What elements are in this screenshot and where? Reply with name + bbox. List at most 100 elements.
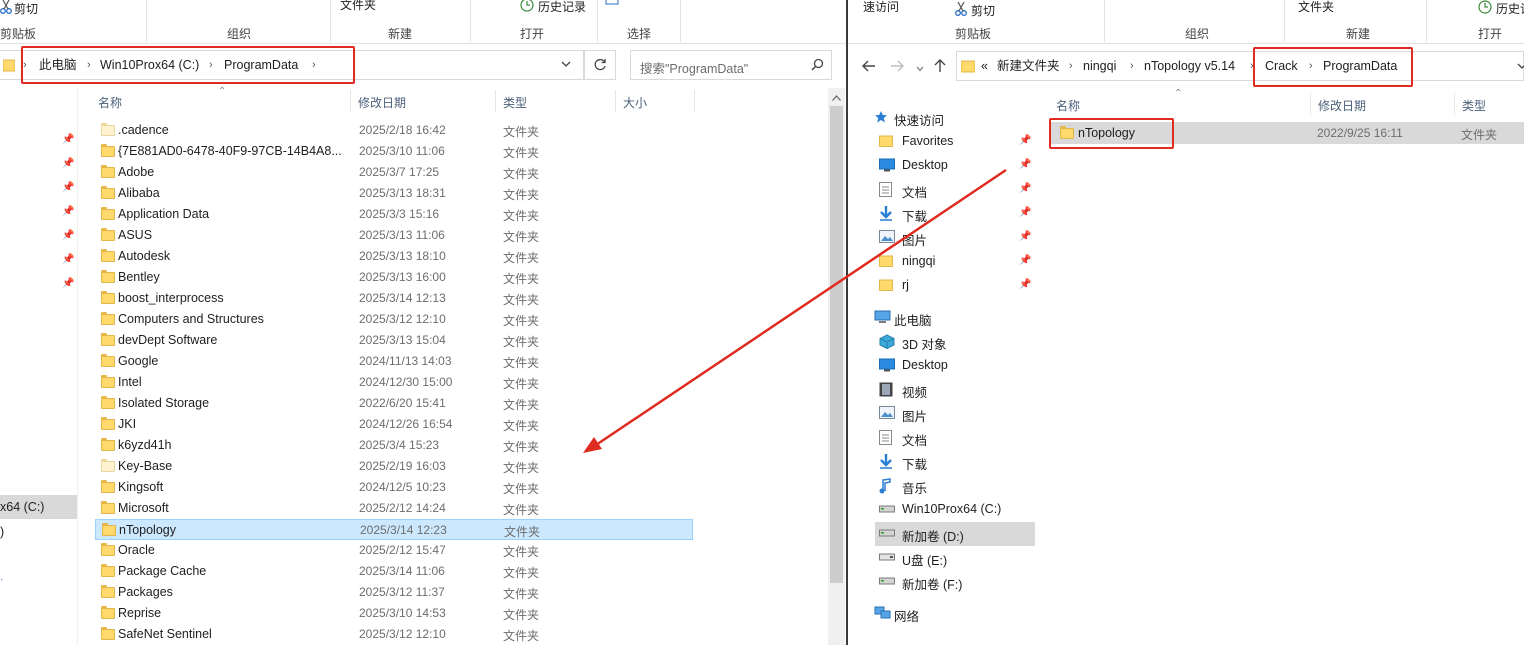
up-arrow-icon[interactable] <box>934 59 946 76</box>
history-icon[interactable] <box>1478 0 1492 17</box>
nav-item[interactable]: rj 📌 <box>875 274 1036 298</box>
history-button[interactable]: 历史记 <box>1496 0 1524 17</box>
file-row[interactable]: {7E881AD0-6478-40F9-97CB-14B4A8... 2025/3… <box>95 141 693 162</box>
file-row[interactable]: Package Cache 2025/3/14 11:06 文件夹 <box>95 561 693 582</box>
pin-icon[interactable]: 📌 <box>1019 183 1031 194</box>
nav-item[interactable]: 图片 📌 <box>875 226 1036 250</box>
address-bar[interactable]: « 新建文件夹 › ningqi › nTopology v5.14 › Cra… <box>956 51 1524 81</box>
search-input[interactable]: 搜索"ProgramData" <box>640 58 748 77</box>
pin-icon[interactable]: 📌 <box>1019 255 1031 266</box>
nav-item[interactable]: 下载 📌 <box>875 202 1036 226</box>
pin-icon[interactable]: 📌 <box>1019 231 1031 242</box>
column-divider[interactable] <box>615 90 616 112</box>
pin-icon[interactable]: 📌 <box>1019 279 1031 290</box>
file-row[interactable]: Adobe 2025/3/7 17:25 文件夹 <box>95 162 693 183</box>
vertical-scrollbar[interactable] <box>828 88 845 645</box>
nav-item-label: 快速访问 <box>894 114 945 128</box>
nav-item[interactable]: Favorites 📌 <box>875 130 1036 154</box>
file-row[interactable]: Application Data 2025/3/3 15:16 文件夹 <box>95 204 693 225</box>
scroll-up-icon[interactable] <box>832 90 841 104</box>
column-divider[interactable] <box>694 90 695 112</box>
nav-item[interactable]: 3D 对象 <box>875 330 1036 354</box>
nav-item[interactable]: Desktop 📌 <box>875 154 1036 178</box>
nav-item[interactable]: ningqi 📌 <box>875 250 1036 274</box>
file-row[interactable]: Google 2024/11/13 14:03 文件夹 <box>95 351 693 372</box>
pin-icon[interactable]: 📌 <box>1019 207 1031 218</box>
file-row[interactable]: boost_interprocess 2025/3/14 12:13 文件夹 <box>95 288 693 309</box>
select-all-icon[interactable] <box>605 0 619 8</box>
column-header-type[interactable]: 类型 <box>503 94 527 111</box>
nav-item[interactable]: Win10Prox64 (C:) <box>875 498 1036 522</box>
back-arrow-icon[interactable] <box>862 60 876 75</box>
scrollbar-thumb[interactable] <box>830 106 843 583</box>
breadcrumb-item[interactable]: ningqi <box>1083 52 1116 80</box>
nav-item[interactable]: 网络 <box>870 602 1036 626</box>
new-folder-button[interactable]: 文件夹 <box>1298 0 1334 15</box>
nav-item[interactable]: Desktop <box>875 354 1036 378</box>
file-row[interactable]: Packages 2025/3/12 11:37 文件夹 <box>95 582 693 603</box>
pin-icon[interactable]: 📌 <box>1019 159 1031 170</box>
search-box[interactable]: 搜索"ProgramData" <box>630 50 832 80</box>
file-row[interactable]: Bentley 2025/3/13 16:00 文件夹 <box>95 267 693 288</box>
cut-button[interactable]: 剪切 <box>14 0 38 17</box>
file-row[interactable]: Intel 2024/12/30 15:00 文件夹 <box>95 372 693 393</box>
pin-icon[interactable]: 📌 <box>1019 135 1031 146</box>
file-row[interactable]: k6yzd41h 2025/3/4 15:23 文件夹 <box>95 435 693 456</box>
nav-item[interactable]: 图片 <box>875 402 1036 426</box>
nav-item[interactable]: 新加卷 (D:) <box>875 522 1035 546</box>
nav-item[interactable]: 下载 <box>875 450 1036 474</box>
column-header-date[interactable]: 修改日期 <box>1318 97 1366 114</box>
file-row[interactable]: Autodesk 2025/3/13 18:10 文件夹 <box>95 246 693 267</box>
file-row[interactable]: devDept Software 2025/3/13 15:04 文件夹 <box>95 330 693 351</box>
column-header-size[interactable]: 大小 <box>623 94 647 111</box>
file-row[interactable]: Key-Base 2025/2/19 16:03 文件夹 <box>95 456 693 477</box>
recent-locations-icon[interactable] <box>916 61 924 75</box>
chevron-down-icon[interactable] <box>560 58 572 73</box>
nav-item[interactable]: 视频 <box>875 378 1036 402</box>
column-divider[interactable] <box>495 90 496 112</box>
file-row[interactable]: Kingsoft 2024/12/5 10:23 文件夹 <box>95 477 693 498</box>
forward-arrow-icon[interactable] <box>890 60 904 75</box>
cut-icon[interactable] <box>0 0 12 17</box>
column-divider[interactable] <box>1454 93 1455 115</box>
file-row[interactable]: SafeNet Sentinel 2025/3/12 12:10 文件夹 <box>95 624 693 645</box>
nav-item[interactable]: 新加卷 (F:) <box>875 570 1036 594</box>
file-row[interactable]: Oracle 2025/2/12 15:47 文件夹 <box>95 540 693 561</box>
nav-item[interactable]: 此电脑 <box>870 306 1036 330</box>
nav-item[interactable]: 音乐 <box>875 474 1036 498</box>
cut-button[interactable]: 剪切 <box>971 2 995 19</box>
column-header-date[interactable]: 修改日期 <box>358 94 406 111</box>
new-folder-button[interactable]: 文件夹 <box>340 0 376 13</box>
column-header-type[interactable]: 类型 <box>1462 97 1486 114</box>
column-header-name[interactable]: 名称 <box>98 94 122 111</box>
column-divider[interactable] <box>350 90 351 112</box>
breadcrumb-item[interactable]: nTopology v5.14 <box>1144 52 1235 80</box>
file-row[interactable]: Alibaba 2025/3/13 18:31 文件夹 <box>95 183 693 204</box>
column-divider[interactable] <box>1310 93 1311 115</box>
quick-access-button[interactable]: 速访问 <box>863 0 899 15</box>
breadcrumb-item[interactable]: 新建文件夹 <box>997 52 1060 80</box>
search-icon[interactable] <box>811 58 824 74</box>
history-icon[interactable] <box>520 0 534 15</box>
file-row[interactable]: Computers and Structures 2025/3/12 12:10 文… <box>95 309 693 330</box>
group-divider <box>1284 0 1285 42</box>
file-row[interactable]: Reprise 2025/3/10 14:53 文件夹 <box>95 603 693 624</box>
file-row[interactable]: JKI 2024/12/26 16:54 文件夹 <box>95 414 693 435</box>
refresh-button[interactable] <box>584 50 616 80</box>
chevron-down-icon[interactable] <box>1517 60 1524 74</box>
file-row[interactable]: .cadence 2025/2/18 16:42 文件夹 <box>95 120 693 141</box>
file-row[interactable]: Microsoft 2025/2/12 14:24 文件夹 <box>95 498 693 519</box>
history-button[interactable]: 历史记录 <box>538 0 586 15</box>
refresh-icon <box>594 58 607 74</box>
file-row[interactable]: nTopology 2025/3/14 12:23 文件夹 <box>95 519 693 540</box>
breadcrumb-overflow[interactable]: « <box>981 52 988 80</box>
nav-item[interactable]: 文档 📌 <box>875 178 1036 202</box>
column-header-name[interactable]: 名称 <box>1056 97 1080 114</box>
nav-item[interactable]: 快速访问 <box>870 106 1036 130</box>
file-row[interactable]: Isolated Storage 2022/6/20 15:41 文件夹 <box>95 393 693 414</box>
folder-icon <box>101 228 115 241</box>
file-row[interactable]: ASUS 2025/3/13 11:06 文件夹 <box>95 225 693 246</box>
cut-icon[interactable] <box>955 1 967 19</box>
nav-item[interactable]: 文档 <box>875 426 1036 450</box>
nav-item[interactable]: U盘 (E:) <box>875 546 1036 570</box>
